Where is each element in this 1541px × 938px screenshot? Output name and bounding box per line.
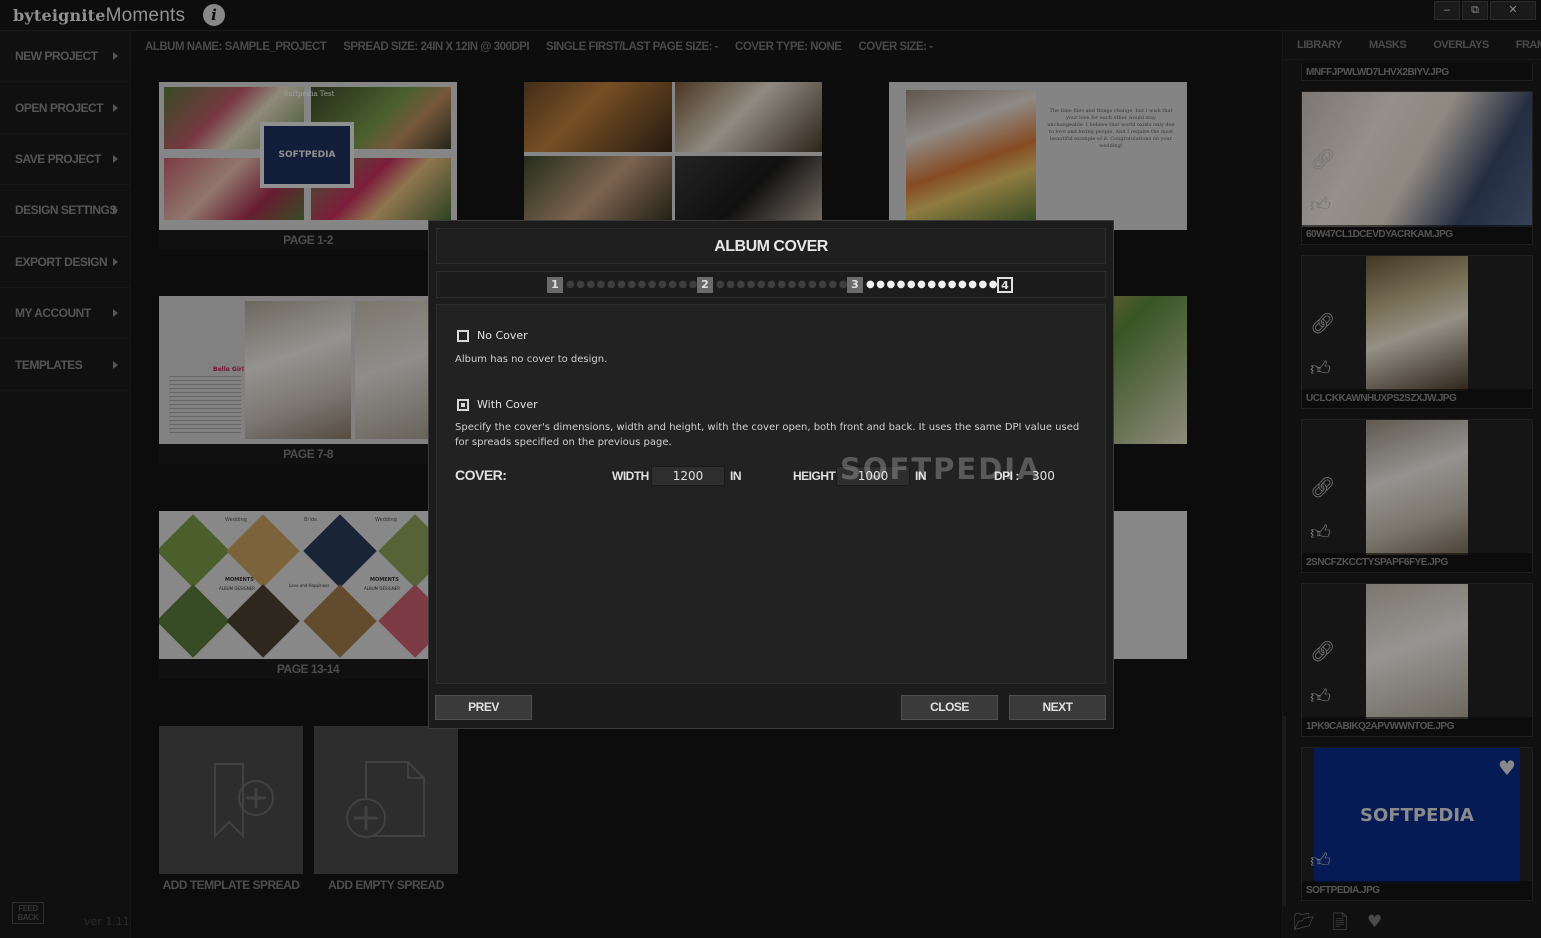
with-cover-checkbox[interactable] <box>457 399 469 411</box>
dialog-body: No Cover Album has no cover to design. W… <box>436 304 1106 684</box>
step-1[interactable]: 1 <box>547 277 563 293</box>
softpedia-watermark: SOFTPEDIA <box>840 452 1042 486</box>
step-3[interactable]: 3 <box>847 277 863 293</box>
width-unit: IN <box>730 469 742 483</box>
step-progress-dots-active: ●●●●●●●●●●●●●● <box>866 279 1010 290</box>
with-cover-description: Specify the cover's dimensions, width an… <box>455 422 1080 448</box>
cover-label: COVER: <box>455 467 507 483</box>
height-label: HEIGHT : <box>793 469 842 483</box>
prev-button[interactable]: PREV <box>435 695 532 720</box>
dialog-title: ALBUM COVER <box>436 228 1106 264</box>
step-progress-dots: ●●●●●●●●●●●●●● <box>716 279 860 290</box>
width-label: WIDTH : <box>612 469 656 483</box>
wizard-steps: 1 ●●●●●●●●●●●●●● 2 ●●●●●●●●●●●●●● 3 ●●●●… <box>436 271 1106 298</box>
with-cover-label: With Cover <box>477 398 538 411</box>
width-input[interactable]: 1200 <box>651 466 725 486</box>
next-button[interactable]: NEXT <box>1009 695 1106 720</box>
close-button[interactable]: CLOSE <box>901 695 998 720</box>
step-4-current[interactable]: 4 <box>997 277 1013 293</box>
no-cover-checkbox[interactable] <box>457 330 469 342</box>
no-cover-label: No Cover <box>477 329 528 342</box>
no-cover-description: Album has no cover to design. <box>455 354 608 365</box>
step-2[interactable]: 2 <box>697 277 713 293</box>
step-progress-dots: ●●●●●●●●●●●●●● <box>566 279 710 290</box>
